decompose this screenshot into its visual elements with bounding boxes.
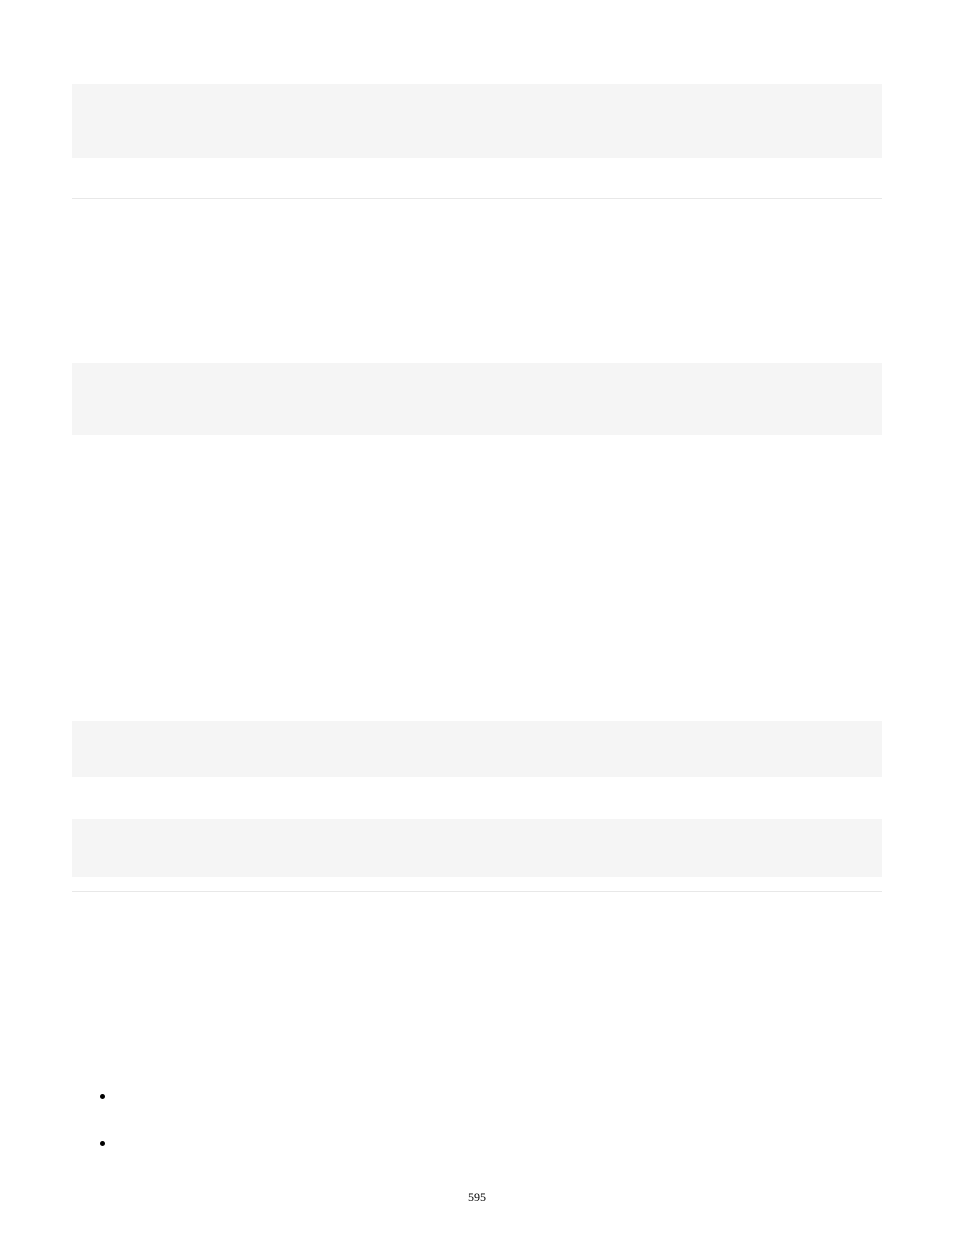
bullet-icon	[100, 1141, 105, 1146]
page-content	[72, 72, 882, 1186]
spacer	[72, 777, 882, 819]
list-item	[100, 1139, 882, 1146]
horizontal-rule-2	[72, 891, 882, 892]
gray-block-3	[72, 721, 882, 777]
bullet-list	[72, 1092, 882, 1186]
bullet-icon	[100, 1094, 105, 1099]
gray-block-4	[72, 819, 882, 877]
spacer	[72, 199, 882, 363]
list-item	[100, 1092, 882, 1099]
gray-block-2	[72, 363, 882, 435]
gray-block-1	[72, 84, 882, 158]
page-number: 595	[0, 1190, 954, 1205]
spacer	[72, 435, 882, 721]
